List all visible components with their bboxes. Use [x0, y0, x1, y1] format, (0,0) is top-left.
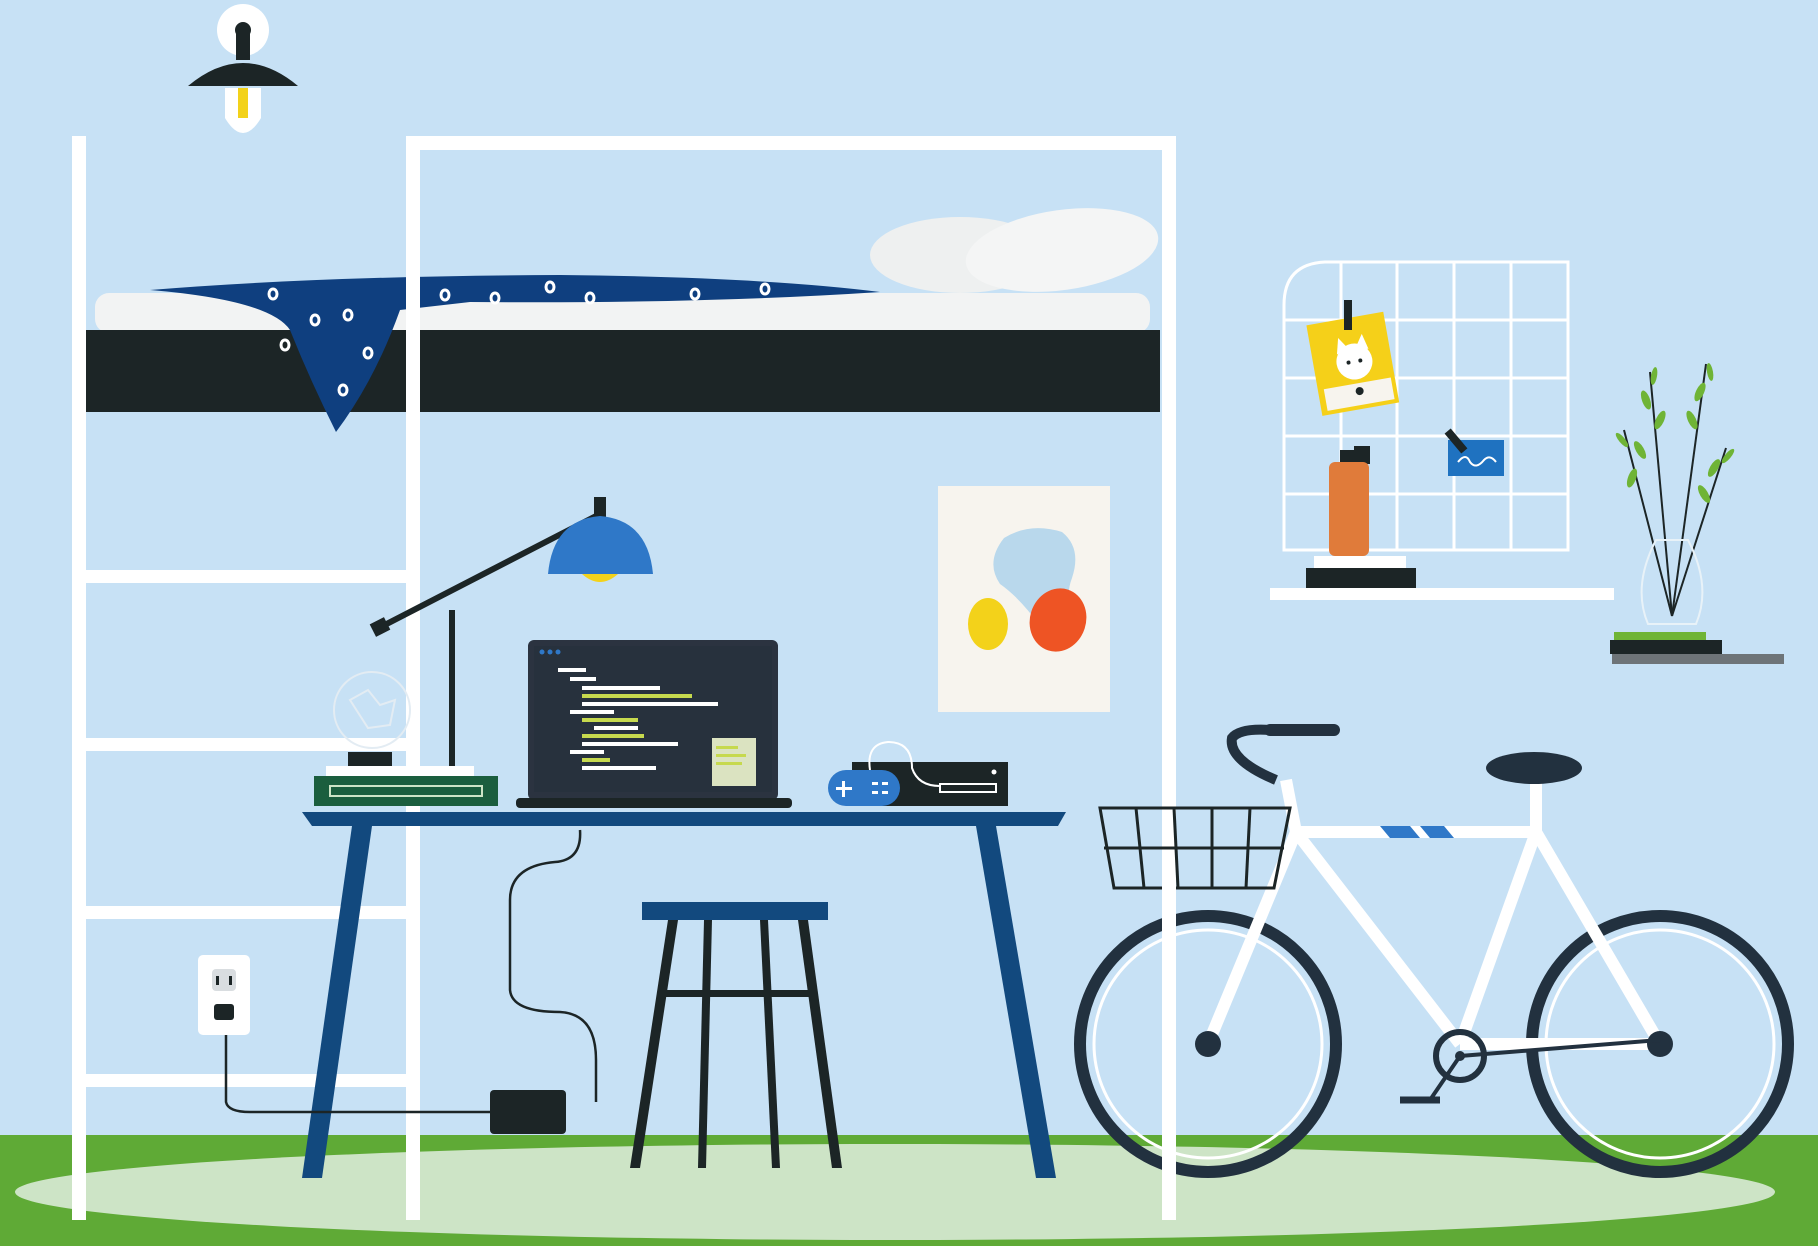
bed-post-front [1162, 880, 1176, 1220]
mattress [86, 293, 1160, 412]
dorm-room-illustration [0, 0, 1818, 1246]
water-bottle [1329, 446, 1370, 556]
wall [0, 0, 1818, 1246]
scene-canvas [0, 0, 1818, 1246]
book-stack [314, 766, 498, 806]
game-controller-icon [828, 770, 900, 806]
power-adapter [490, 1090, 566, 1134]
rug [15, 1144, 1775, 1240]
laptop [516, 640, 792, 808]
power-outlet-icon [198, 955, 250, 1035]
shelf-books [1306, 556, 1416, 588]
wall-shelf [1270, 588, 1614, 600]
abstract-poster [938, 486, 1110, 712]
